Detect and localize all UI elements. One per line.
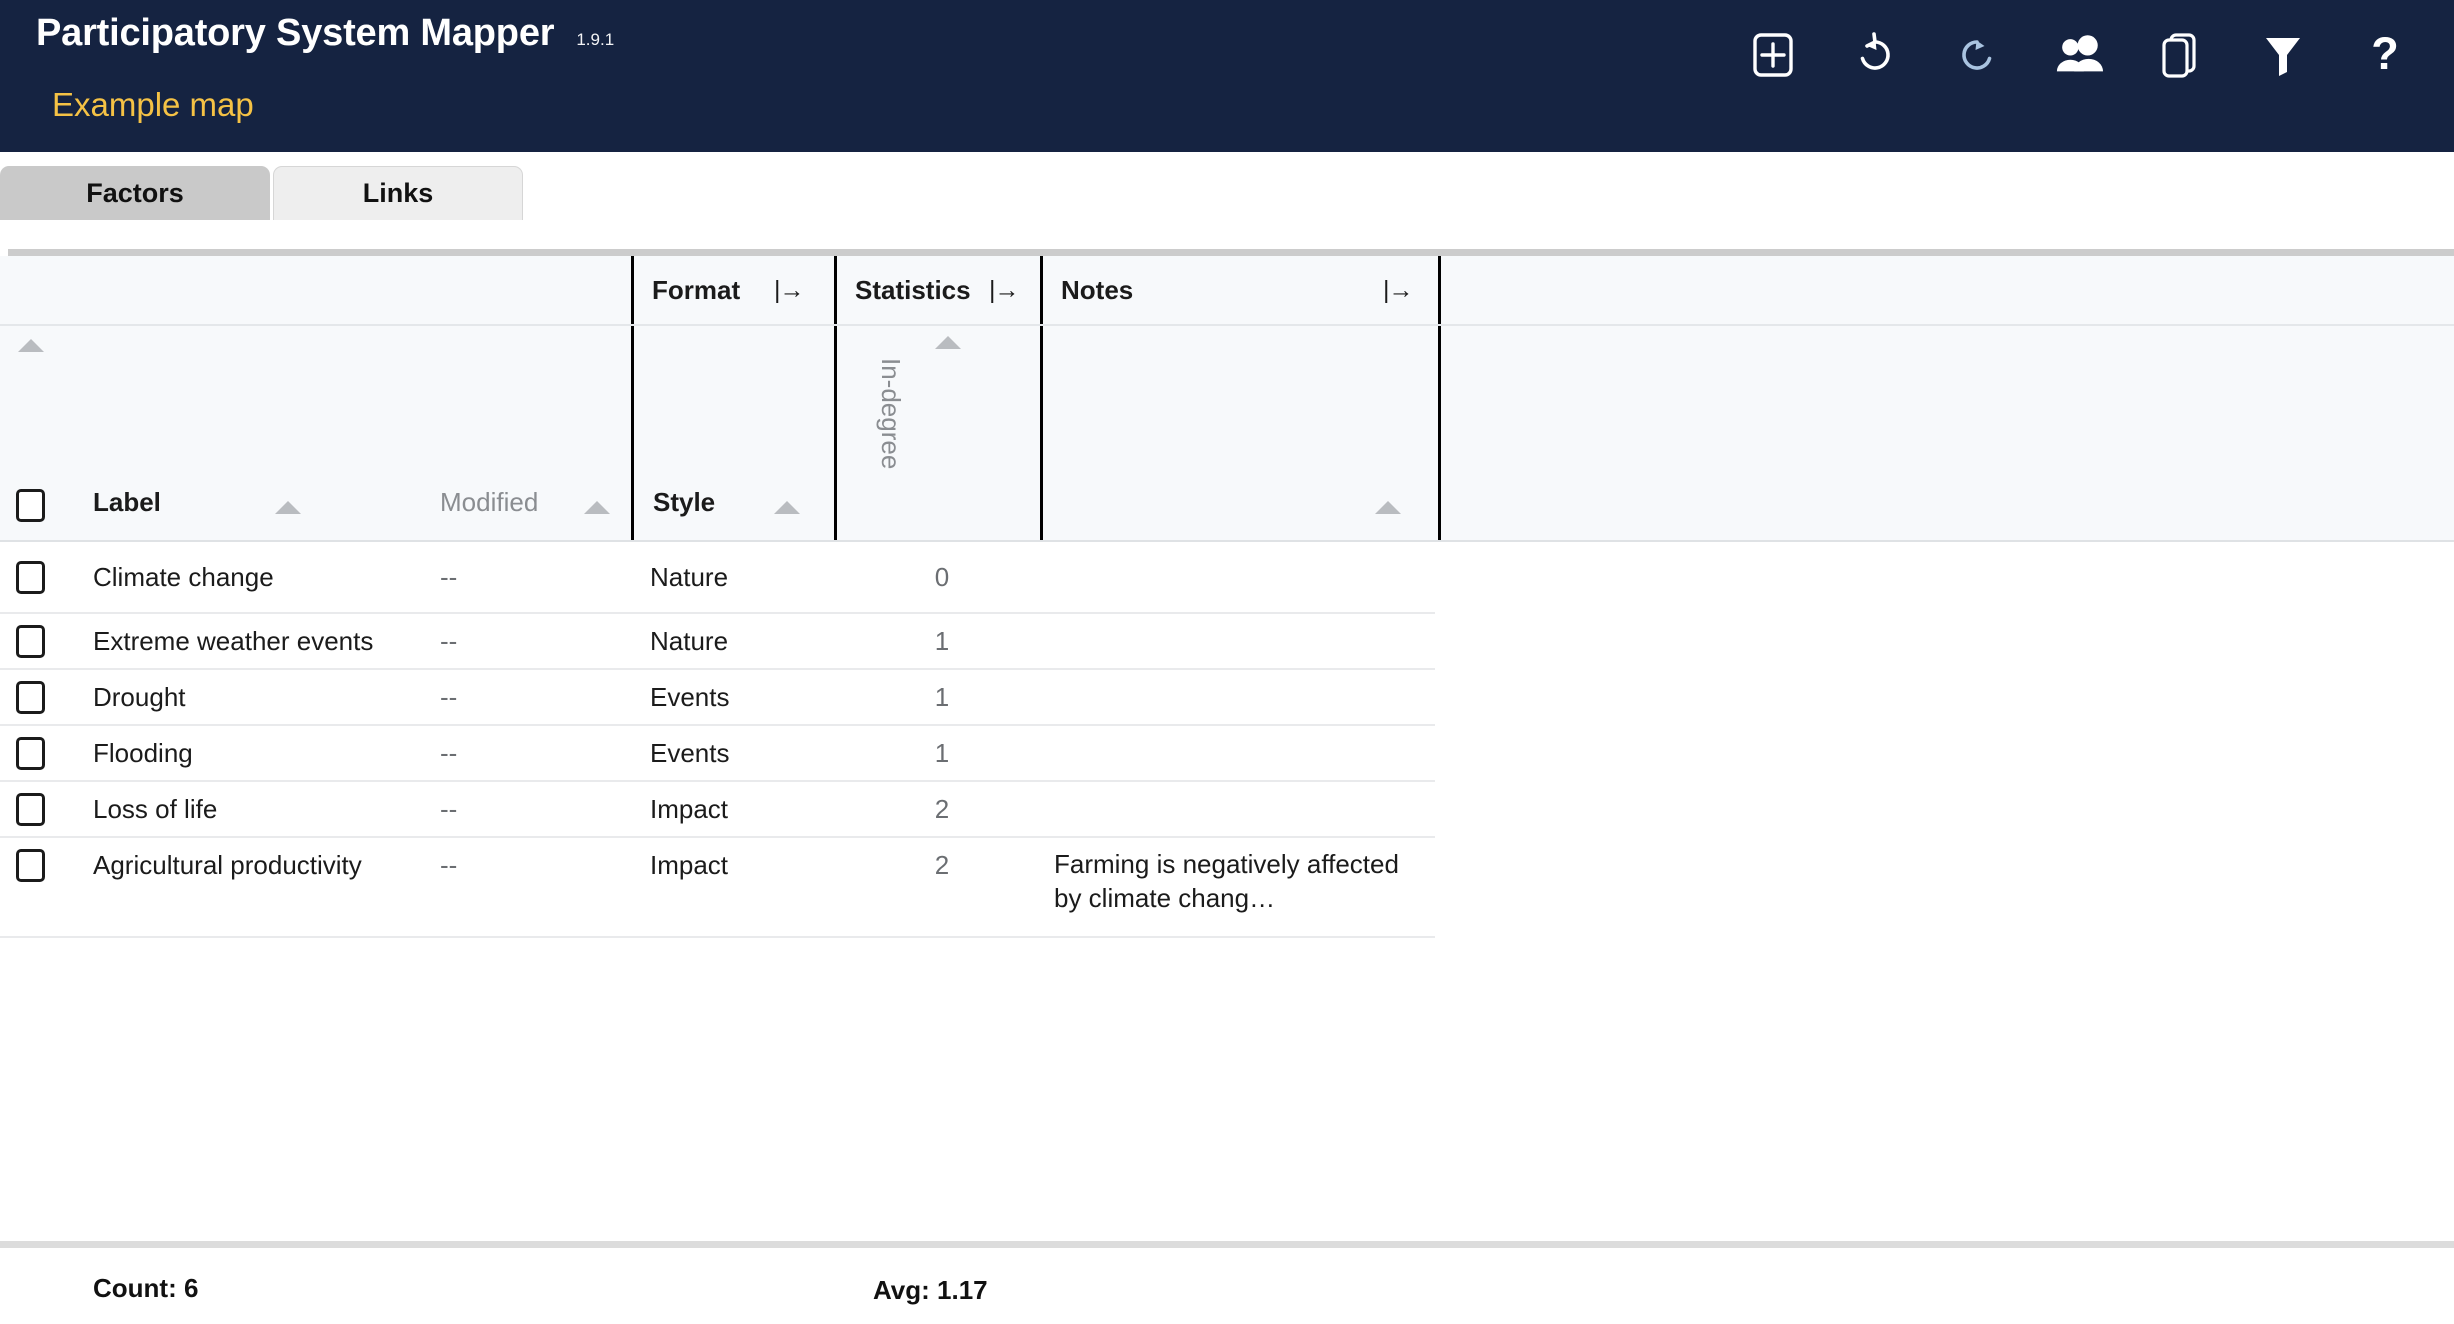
column-header-notes[interactable] [1040,326,1438,540]
cell-in-degree: 1 [934,682,950,712]
cell-style: Nature [650,562,729,592]
column-header-select-label: Select [0,403,3,480]
app-header: Participatory System Mapper 1.9.1 Exampl… [0,0,2454,152]
cell-in-degree: 1 [934,626,950,656]
expand-right-icon[interactable]: |→ [774,276,804,305]
column-header-label[interactable]: Label [93,326,348,540]
sort-ascending-icon[interactable] [935,336,961,349]
column-header-filler [1438,326,2454,540]
row-select-checkbox[interactable] [16,561,45,594]
table-row[interactable]: Loss of life -- Impact 2 [0,782,1435,838]
expand-right-icon[interactable]: |→ [1383,276,1413,305]
cell-in-degree: 2 [934,794,950,824]
column-header-modified[interactable]: Modified [440,326,630,540]
cell-notes: Farming is negatively affected by climat… [1054,849,1399,913]
cell-modified: -- [440,738,458,768]
sort-ascending-icon[interactable] [1375,501,1401,514]
redo-icon[interactable] [1952,29,2002,81]
group-header-statistics-label: Statistics [855,274,971,305]
expand-right-icon[interactable]: |→ [989,276,1019,305]
cell-style: Impact [650,850,729,880]
row-select-checkbox[interactable] [16,849,45,882]
filter-icon[interactable] [2258,29,2308,81]
undo-icon[interactable] [1850,29,1900,81]
table-row[interactable]: Drought -- Events 1 [0,670,1435,726]
add-icon[interactable] [1748,29,1798,81]
sort-ascending-icon[interactable] [584,501,610,514]
app-version: 1.9.1 [576,30,615,49]
cell-modified: -- [440,562,458,592]
table-row[interactable]: Climate change -- Nature 0 [0,542,1435,614]
map-name[interactable]: Example map [52,86,254,124]
app-title-row: Participatory System Mapper 1.9.1 [36,12,614,55]
footer-average: Avg: 1.17 [873,1275,988,1305]
cell-style: Impact [650,794,729,824]
column-header-in-degree[interactable]: In-degree [834,326,1037,540]
row-select-checkbox[interactable] [16,737,45,770]
people-icon[interactable] [2054,29,2104,81]
table-footer: Count: 6 Avg: 1.17 [0,1248,2454,1324]
row-select-checkbox[interactable] [16,625,45,658]
table-column-header-row: Select Label Modified Style In-degree [0,326,2454,540]
column-header-in-degree-text: In-degree [876,358,906,470]
select-all-checkbox[interactable] [16,489,45,522]
tab-factors[interactable]: Factors [0,166,270,220]
app-title: Participatory System Mapper [36,12,555,54]
group-header-filler [1438,256,2454,324]
table-body: Climate change -- Nature 0 Extreme weath… [0,542,2454,938]
footer-divider [0,1241,2454,1248]
tab-links[interactable]: Links [273,166,523,220]
cell-label: Extreme weather events [93,626,374,656]
column-header-select[interactable]: Select [0,326,93,540]
group-header-statistics[interactable]: Statistics |→ [834,256,1037,324]
row-select-checkbox[interactable] [16,793,45,826]
footer-count: Count: 6 [93,1273,199,1303]
table-row[interactable]: Extreme weather events -- Nature 1 [0,614,1435,670]
column-header-label-text: Label [93,487,161,517]
sort-ascending-icon[interactable] [275,501,301,514]
sort-ascending-icon[interactable] [18,339,44,352]
table-group-header-row: Format |→ Statistics |→ Notes |→ [0,256,2454,324]
entity-tabs: Factors Links [0,166,523,220]
cell-label: Flooding [93,738,193,768]
sort-ascending-icon[interactable] [774,501,800,514]
cell-style: Events [650,738,730,768]
row-select-checkbox[interactable] [16,681,45,714]
group-header-format[interactable]: Format |→ [631,256,834,324]
tab-links-label: Links [362,178,434,208]
cell-label: Drought [93,682,186,712]
table-row[interactable]: Agricultural productivity -- Impact 2 Fa… [0,838,1435,938]
cell-label: Climate change [93,562,274,592]
header-toolbar: ? [1748,24,2410,86]
svg-text:?: ? [2371,31,2399,79]
help-icon[interactable]: ? [2360,29,2410,81]
cell-style: Nature [650,626,729,656]
cell-modified: -- [440,682,458,712]
column-header-modified-text: Modified [440,487,539,517]
cell-in-degree: 1 [934,738,950,768]
cell-modified: -- [440,850,458,880]
tab-factors-label: Factors [86,177,184,208]
cell-modified: -- [440,626,458,656]
cell-label: Loss of life [93,794,218,824]
clone-icon[interactable] [2156,29,2206,81]
cell-in-degree: 0 [934,562,950,592]
cell-modified: -- [440,794,458,824]
table-top-band [8,249,2454,256]
group-header-format-label: Format [652,274,741,305]
cell-label: Agricultural productivity [93,850,362,880]
column-header-style-text: Style [653,487,716,517]
group-header-notes[interactable]: Notes |→ [1040,256,1438,324]
group-header-notes-label: Notes [1061,274,1134,305]
cell-in-degree: 2 [934,850,950,880]
column-header-style[interactable]: Style [631,326,834,540]
factors-table: Format |→ Statistics |→ Notes |→ Select … [0,220,2454,1324]
table-row[interactable]: Flooding -- Events 1 [0,726,1435,782]
cell-style: Events [650,682,730,712]
